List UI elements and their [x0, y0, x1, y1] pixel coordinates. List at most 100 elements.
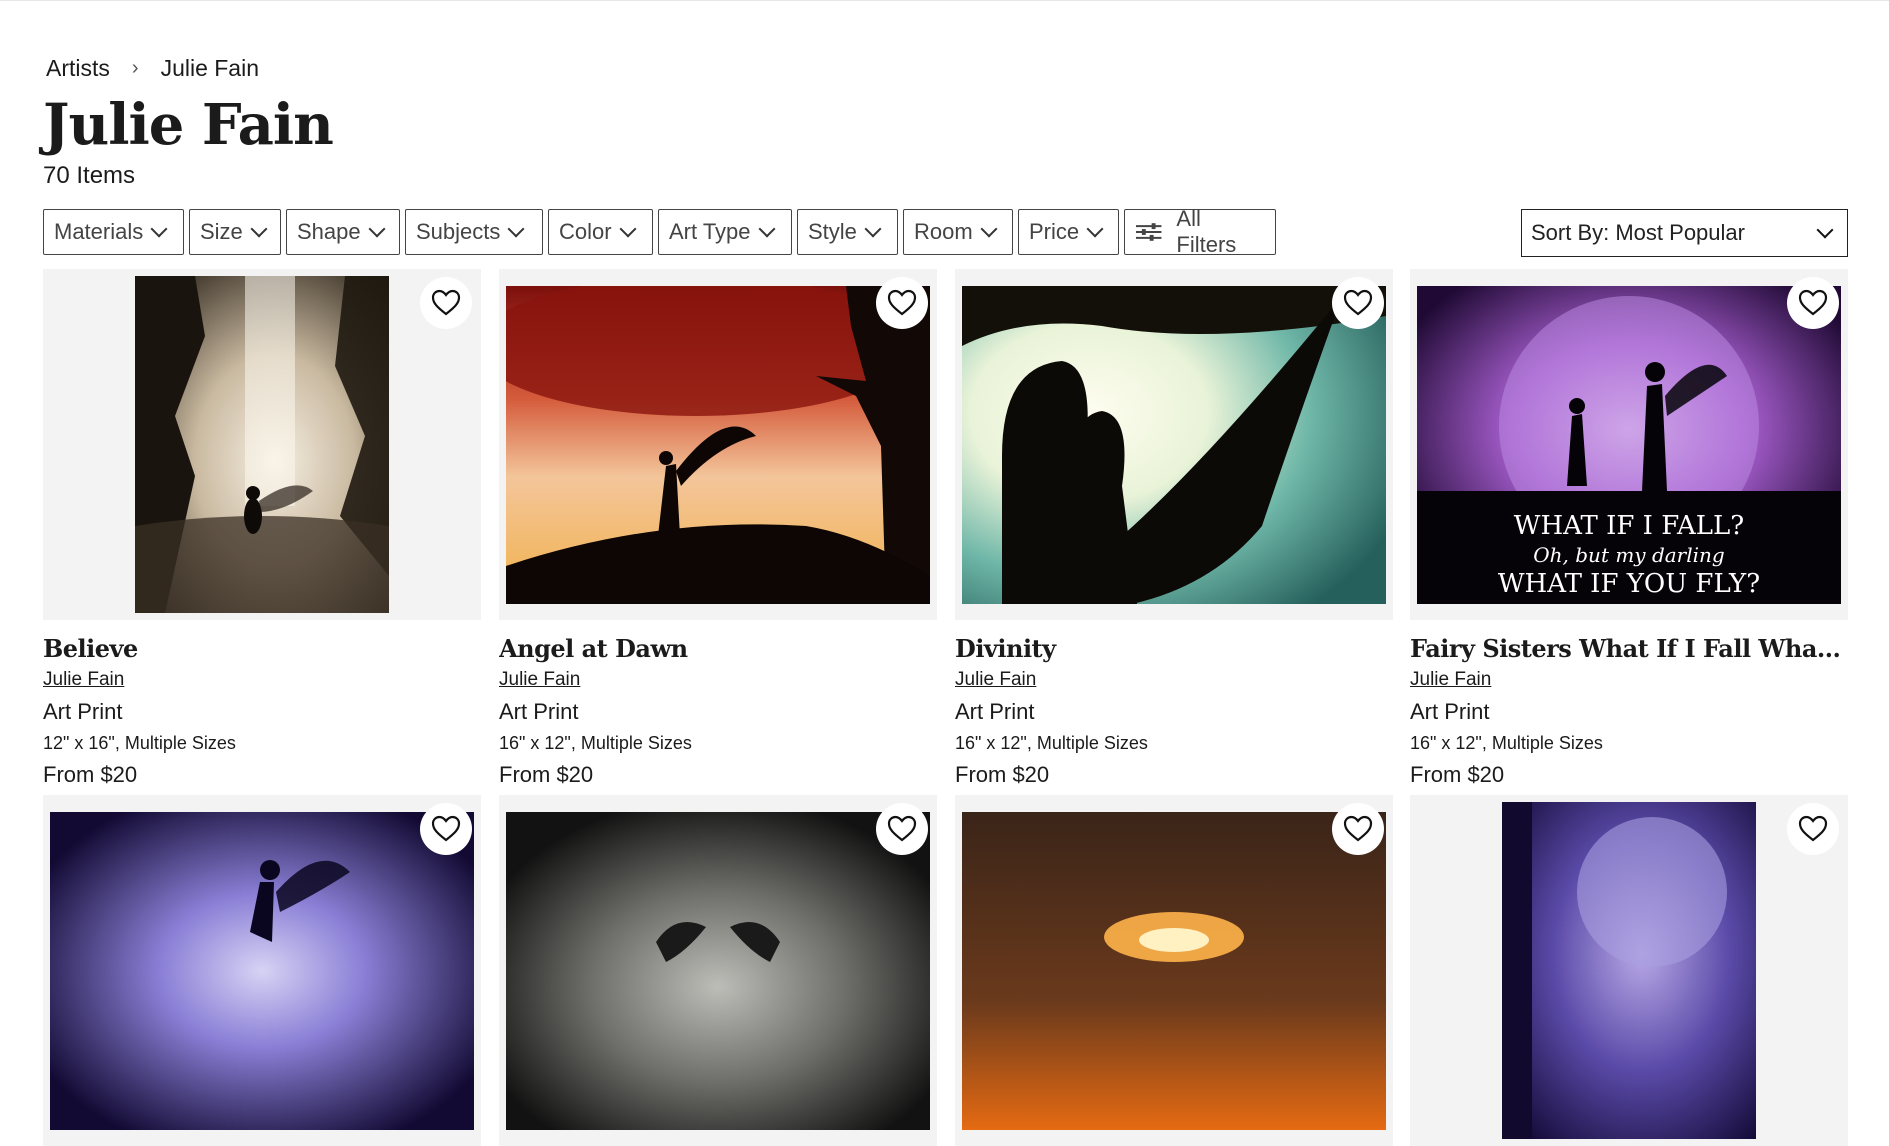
filter-room-button[interactable]: Room [903, 209, 1013, 255]
product-price: From $20 [955, 762, 1050, 787]
filter-bar: Materials Size Shape Subjects Color Art … [43, 206, 1276, 257]
product-type: Art Print [43, 699, 123, 724]
filter-subjects-button[interactable]: Subjects [405, 209, 543, 255]
heart-icon [431, 815, 461, 842]
filter-label: Subjects [416, 219, 501, 244]
sliders-icon [1135, 223, 1162, 241]
product-price: From $20 [499, 762, 594, 787]
favorite-button[interactable] [1332, 803, 1384, 855]
product-card[interactable] [499, 795, 937, 1146]
product-card[interactable] [43, 795, 481, 1146]
product-card[interactable]: Believe Julie Fain Art Print 12" x 16", … [43, 269, 481, 788]
product-artwork [962, 812, 1386, 1130]
product-size: 16" x 12", Multiple Sizes [1410, 733, 1603, 753]
product-size: 16" x 12", Multiple Sizes [955, 733, 1148, 753]
product-artwork [962, 286, 1386, 604]
product-artist-link[interactable]: Julie Fain [43, 669, 124, 691]
breadcrumb-current: Julie Fain [160, 55, 259, 81]
chevron-down-icon [507, 220, 525, 238]
chevron-down-icon [619, 220, 637, 238]
chevron-down-icon [250, 220, 268, 238]
product-image-frame[interactable] [499, 269, 937, 620]
chevron-down-icon [864, 220, 882, 238]
filter-label: Price [1029, 219, 1080, 244]
filter-style-button[interactable]: Style [797, 209, 898, 255]
chevron-down-icon [980, 220, 998, 238]
product-card[interactable] [955, 795, 1393, 1146]
product-image-frame[interactable] [1410, 795, 1848, 1146]
filter-shape-button[interactable]: Shape [286, 209, 400, 255]
favorite-button[interactable] [876, 277, 928, 329]
chevron-down-icon [1816, 221, 1834, 239]
favorite-button[interactable] [1332, 277, 1384, 329]
favorite-button[interactable] [1787, 803, 1839, 855]
chevron-down-icon [368, 220, 386, 238]
item-count: 70 Items [43, 162, 136, 189]
art-caption-line-1: WHAT IF I FALL? [1514, 511, 1745, 541]
product-size: 12" x 16", Multiple Sizes [43, 733, 236, 753]
filter-label: Size [200, 219, 243, 244]
product-image-frame[interactable] [43, 269, 481, 620]
favorite-button[interactable] [1787, 277, 1839, 329]
heart-icon [1798, 289, 1828, 316]
product-size: 16" x 12", Multiple Sizes [499, 733, 692, 753]
chevron-right-icon: › [131, 57, 139, 79]
product-image-frame[interactable]: WHAT IF I FALL? Oh, but my darling WHAT … [1410, 269, 1848, 620]
sort-dropdown[interactable]: Sort By: Most Popular [1521, 209, 1848, 257]
filter-art-type-button[interactable]: Art Type [658, 209, 792, 255]
heart-icon [887, 289, 917, 316]
favorite-button[interactable] [876, 803, 928, 855]
all-filters-button[interactable]: All Filters [1124, 206, 1276, 257]
heart-icon [431, 289, 461, 316]
product-artwork [135, 276, 389, 613]
filter-label: Shape [297, 219, 361, 244]
product-title[interactable]: Believe [43, 634, 481, 663]
product-artist-link[interactable]: Julie Fain [955, 669, 1036, 691]
page-title: Julie Fain [43, 92, 334, 158]
heart-icon [1798, 815, 1828, 842]
product-artwork [506, 812, 930, 1130]
filter-label: Color [559, 219, 612, 244]
chevron-down-icon [1086, 220, 1104, 238]
filter-price-button[interactable]: Price [1018, 209, 1119, 255]
product-card[interactable]: Angel at Dawn Julie Fain Art Print 16" x… [499, 269, 937, 788]
product-title[interactable]: Divinity [955, 634, 1393, 663]
filter-label: Materials [54, 219, 144, 244]
product-artwork [506, 286, 930, 604]
all-filters-label: All Filters [1176, 206, 1237, 257]
filter-materials-button[interactable]: Materials [43, 209, 184, 255]
breadcrumb-artists-link[interactable]: Artists [46, 55, 110, 82]
product-card[interactable] [1410, 795, 1848, 1146]
product-type: Art Print [955, 699, 1035, 724]
filter-color-button[interactable]: Color [548, 209, 653, 255]
favorite-button[interactable] [420, 803, 472, 855]
filter-label: Art Type [669, 219, 751, 244]
product-image-frame[interactable] [499, 795, 937, 1146]
product-image-frame[interactable] [43, 795, 481, 1146]
sort-label: Sort By: Most Popular [1531, 220, 1745, 245]
product-card[interactable]: Divinity Julie Fain Art Print 16" x 12",… [955, 269, 1393, 788]
product-type: Art Print [499, 699, 579, 724]
art-caption-line-2: Oh, but my darling [1533, 543, 1724, 567]
filter-size-button[interactable]: Size [189, 209, 281, 255]
heart-icon [1343, 289, 1373, 316]
product-title[interactable]: Fairy Sisters What If I Fall What If You… [1410, 634, 1848, 663]
product-artwork: WHAT IF I FALL? Oh, but my darling WHAT … [1417, 286, 1841, 604]
heart-icon [1343, 815, 1373, 842]
chevron-down-icon [758, 220, 776, 238]
product-card[interactable]: WHAT IF I FALL? Oh, but my darling WHAT … [1410, 269, 1848, 788]
filter-label: Style [808, 219, 857, 244]
product-image-frame[interactable] [955, 269, 1393, 620]
heart-icon [887, 815, 917, 842]
product-title[interactable]: Angel at Dawn [499, 634, 937, 663]
product-artwork [50, 812, 474, 1130]
product-artist-link[interactable]: Julie Fain [499, 669, 580, 691]
product-type: Art Print [1410, 699, 1490, 724]
breadcrumb: Artists › Julie Fain [46, 55, 259, 82]
product-price: From $20 [43, 762, 138, 787]
chevron-down-icon [150, 220, 168, 238]
product-image-frame[interactable] [955, 795, 1393, 1146]
product-price: From $20 [1410, 762, 1505, 787]
favorite-button[interactable] [420, 277, 472, 329]
product-artist-link[interactable]: Julie Fain [1410, 669, 1491, 691]
